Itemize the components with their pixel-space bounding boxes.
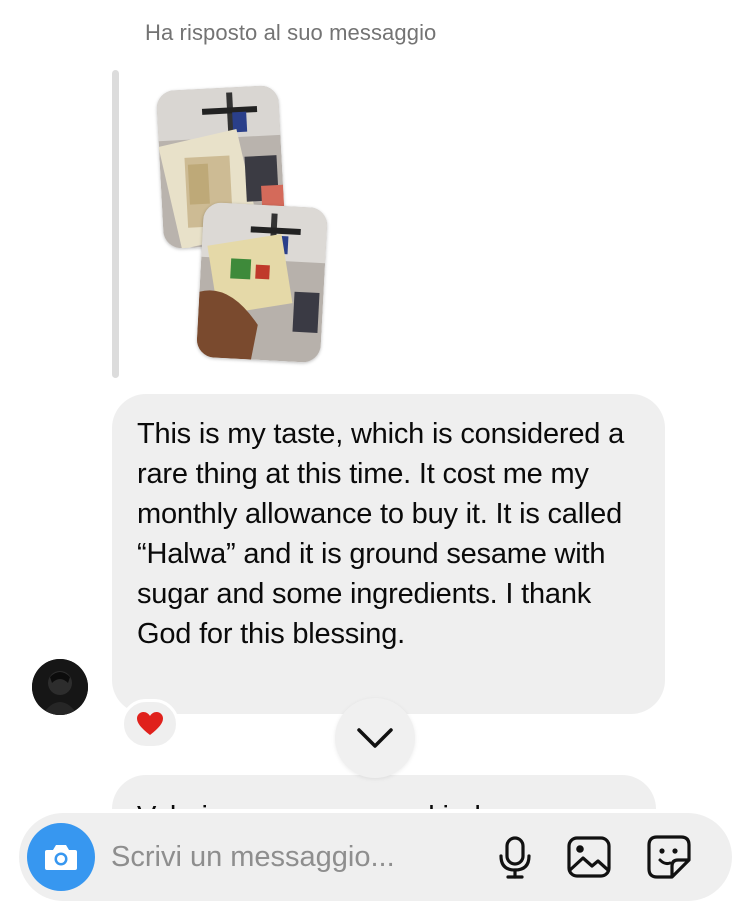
heart-icon [137, 712, 163, 735]
scroll-down-button[interactable] [335, 698, 415, 778]
message-input[interactable] [111, 833, 461, 881]
sticker-button[interactable] [645, 833, 693, 881]
replied-photo-2[interactable] [196, 201, 328, 364]
food-photo-image [196, 201, 328, 364]
sender-avatar[interactable] [32, 659, 88, 715]
message-bubble[interactable]: This is my taste, which is considered a … [112, 394, 665, 714]
gallery-button[interactable] [565, 833, 613, 881]
message-composer [19, 813, 732, 901]
avatar-image [32, 659, 88, 715]
microphone-icon [499, 836, 531, 879]
sticker-icon [647, 835, 691, 879]
chevron-down-icon [357, 728, 393, 748]
reply-quote-bar [112, 70, 119, 378]
gallery-icon [567, 836, 611, 878]
voice-message-button[interactable] [491, 833, 539, 881]
camera-icon [45, 845, 77, 870]
message-text: This is my taste, which is considered a … [137, 418, 624, 650]
camera-button[interactable] [27, 823, 95, 891]
reply-caption: Ha risposto al suo messaggio [145, 20, 437, 45]
heart-reaction[interactable] [121, 699, 179, 749]
